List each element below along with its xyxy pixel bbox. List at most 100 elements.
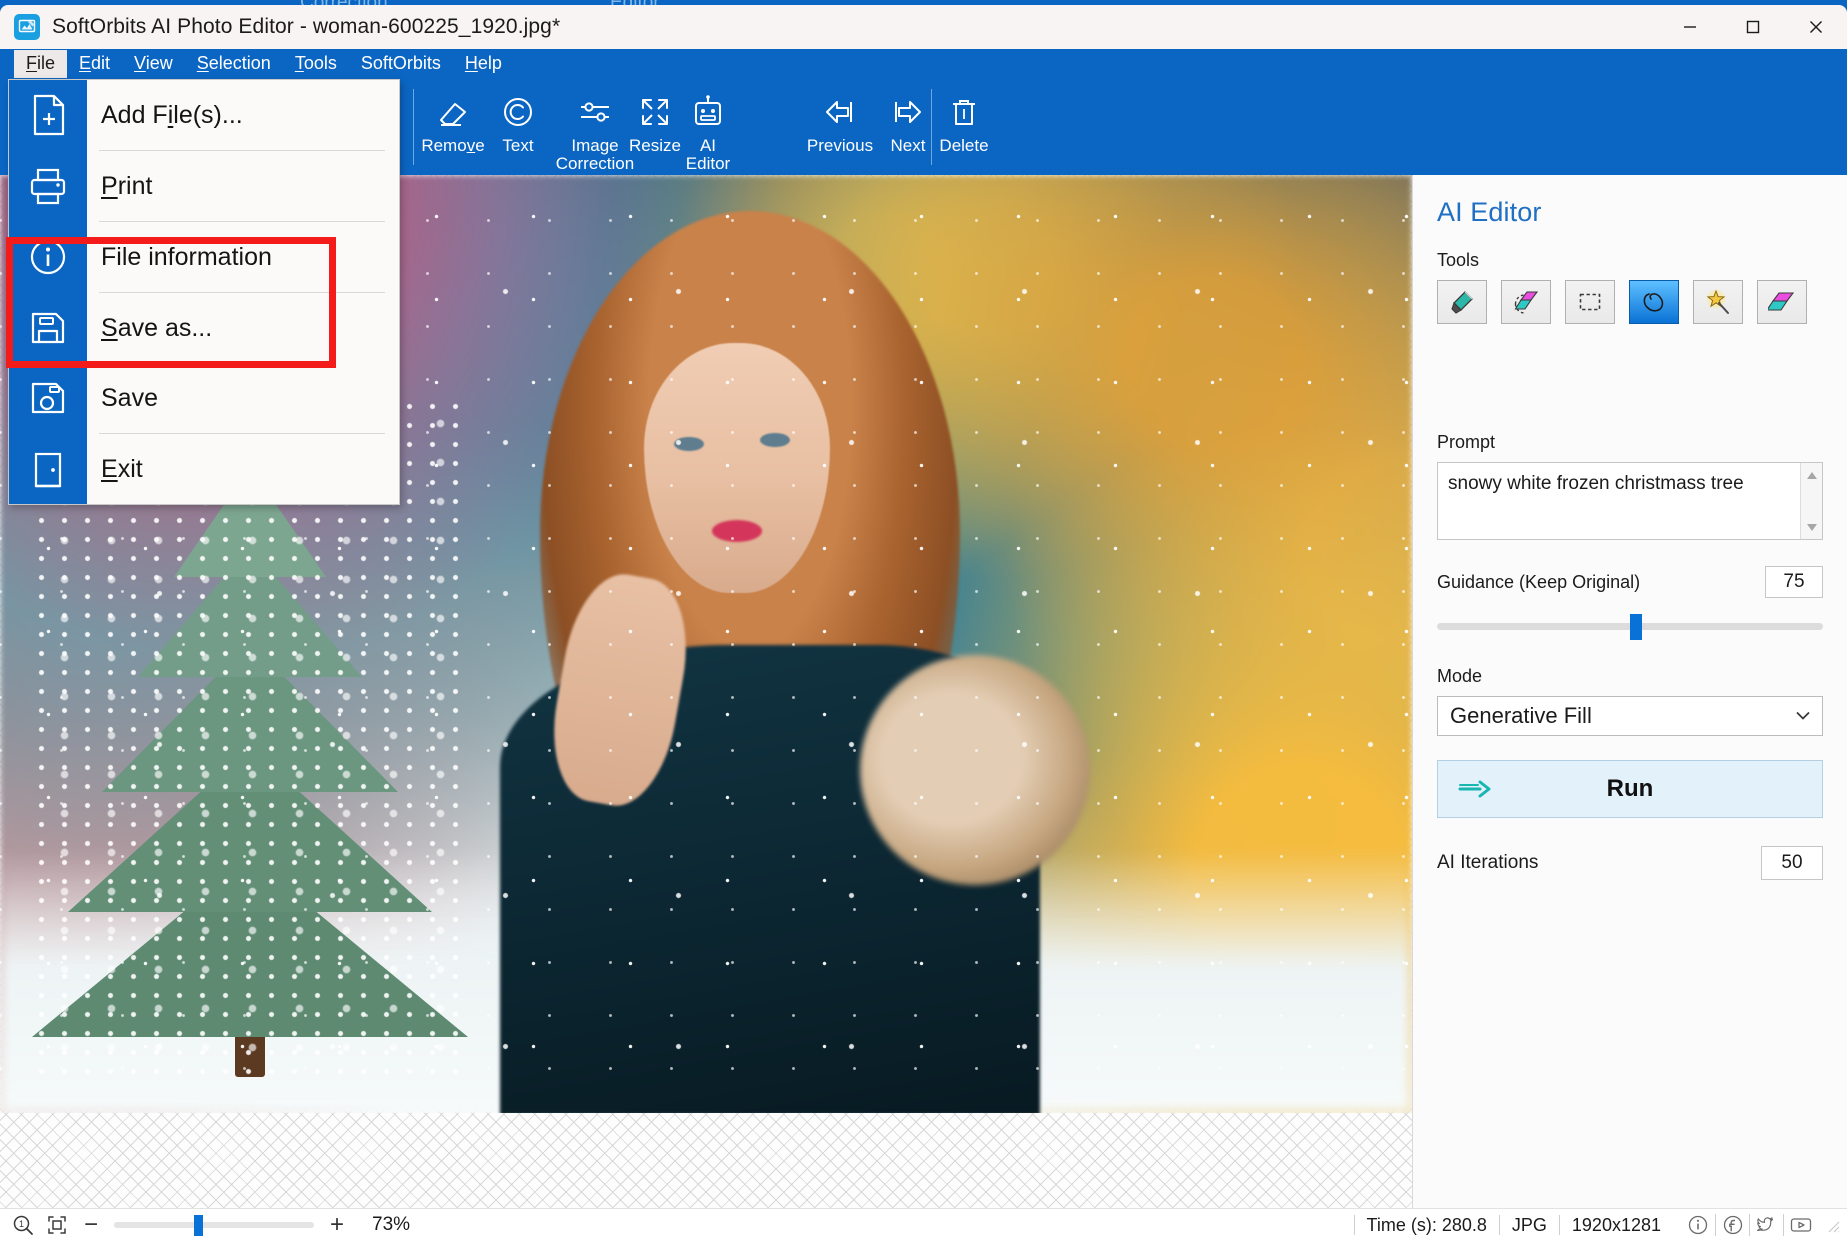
ai-editor-panel: AI Editor Tools Prompt snowy white froze… (1412, 175, 1847, 1218)
scroll-down-icon[interactable] (1801, 519, 1822, 535)
twitter-icon[interactable] (1749, 1213, 1783, 1236)
svg-text:1: 1 (19, 1219, 24, 1229)
window-resize-grip[interactable] (1823, 1216, 1841, 1234)
floppy-save-icon (9, 375, 87, 421)
menu-view-rest: iew (145, 53, 173, 73)
menu-item-exit-label: Exit (101, 454, 143, 483)
menu-view[interactable]: View (122, 50, 185, 78)
zoom-slider[interactable] (114, 1212, 314, 1238)
toolbar-button-delete[interactable]: Delete (916, 85, 1012, 173)
floppy-save-as-icon (9, 305, 87, 351)
toolbar-label-ai-editor: AI Editor (685, 136, 731, 173)
right-arrow-icon (1458, 778, 1492, 800)
status-social-links (1681, 1213, 1817, 1236)
guidance-value-field[interactable]: 75 (1765, 566, 1823, 598)
application-window: Correction Editor SoftOrbits AI Photo Ed… (0, 0, 1847, 1240)
toolbar-label-text: Text (502, 136, 534, 155)
status-format: JPG (1498, 1214, 1559, 1235)
copyright-icon (498, 89, 538, 135)
app-icon (14, 14, 40, 40)
guidance-slider-thumb[interactable] (1630, 614, 1642, 640)
mode-select[interactable]: Generative Fill (1437, 696, 1823, 736)
file-menu-items: Add File(s)... Print File information Sa… (9, 80, 399, 504)
menu-item-print[interactable]: Print (9, 151, 399, 221)
run-button[interactable]: Run (1437, 760, 1823, 818)
magic-wand-tool-button[interactable] (1693, 280, 1743, 324)
trash-icon (944, 89, 984, 135)
prompt-section: Prompt (1437, 432, 1823, 540)
zoom-1-to-1-icon[interactable]: 1 (6, 1214, 40, 1236)
zoom-out-button[interactable]: − (74, 1212, 108, 1237)
zoom-in-button[interactable]: + (320, 1212, 354, 1237)
guidance-slider[interactable] (1437, 614, 1823, 640)
youtube-icon[interactable] (1783, 1213, 1817, 1236)
close-button[interactable] (1784, 5, 1847, 49)
woman-eye-right (760, 433, 790, 447)
fill-tool-button[interactable] (1757, 280, 1807, 324)
menu-tools[interactable]: Tools (283, 50, 349, 78)
status-time: Time (s): 280.8 (1353, 1214, 1499, 1235)
scroll-up-icon[interactable] (1801, 467, 1822, 483)
menu-item-print-label: Print (101, 171, 153, 200)
prompt-label: Prompt (1437, 432, 1496, 452)
prompt-box[interactable] (1437, 462, 1823, 540)
menu-item-save-label: Save (101, 383, 158, 412)
menu-edit[interactable]: Edit (67, 50, 122, 78)
woman-eye-left (674, 437, 704, 451)
window-controls (1658, 5, 1847, 49)
menu-item-add-files-label: Add File(s)... (101, 100, 243, 129)
tools-label: Tools (1437, 250, 1480, 270)
menu-bar: File Edit View Selection Tools SoftOrbit… (0, 49, 1847, 79)
menu-help[interactable]: Help (453, 50, 514, 78)
file-menu-dropdown[interactable]: Add File(s)... Print File information Sa… (8, 79, 400, 505)
menu-help-rest: elp (477, 53, 502, 73)
menu-edit-rest: dit (91, 53, 111, 73)
rectangle-select-tool-button[interactable] (1565, 280, 1615, 324)
prompt-scrollbar[interactable] (1800, 463, 1822, 539)
status-dimensions: 1920x1281 (1558, 1214, 1673, 1235)
run-button-label: Run (1606, 775, 1654, 802)
prompt-input[interactable] (1438, 463, 1800, 539)
window-title: SoftOrbits AI Photo Editor - woman-60022… (52, 15, 561, 38)
brush-tool-button[interactable] (1437, 280, 1487, 324)
menu-item-add-files[interactable]: Add File(s)... (9, 80, 399, 150)
panel-title: AI Editor (1437, 197, 1542, 227)
title-bar: SoftOrbits AI Photo Editor - woman-60022… (0, 5, 1847, 49)
zoom-slider-thumb[interactable] (194, 1214, 203, 1236)
file-add-icon (9, 91, 87, 139)
menu-item-save-as-label: Save as... (101, 313, 213, 342)
menu-item-file-information-label: File information (101, 242, 272, 271)
zoom-slider-track[interactable] (114, 1221, 314, 1228)
guidance-label: Guidance (Keep Original) (1437, 571, 1641, 592)
maximize-button[interactable] (1721, 5, 1784, 49)
woman-lips (712, 520, 762, 542)
minimize-button[interactable] (1658, 5, 1721, 49)
lasso-select-tool-button[interactable] (1629, 280, 1679, 324)
toolbar-button-ai-editor[interactable]: AI Editor (660, 85, 756, 173)
status-bar-right: Time (s): 280.8 JPG 1920x1281 (1353, 1209, 1841, 1240)
exit-door-icon (9, 446, 87, 492)
zoom-percent-label: 73% (372, 1213, 411, 1235)
menu-item-file-information[interactable]: File information (9, 222, 399, 292)
eraser-selection-tool-button[interactable] (1501, 280, 1551, 324)
menu-item-save-as[interactable]: Save as... (9, 293, 399, 363)
iterations-value-field[interactable]: 50 (1761, 846, 1823, 880)
menu-selection[interactable]: Selection (185, 50, 283, 78)
mode-label: Mode (1437, 666, 1483, 686)
menu-item-exit[interactable]: Exit (9, 434, 399, 504)
iterations-row: AI Iterations 50 (1437, 846, 1823, 880)
menu-item-save[interactable]: Save (9, 363, 399, 433)
info-circle-icon (9, 234, 87, 280)
eraser-icon (433, 89, 473, 135)
facebook-icon[interactable] (1715, 1213, 1749, 1236)
menu-softorbits[interactable]: SoftOrbits (349, 50, 453, 78)
menu-selection-rest: election (208, 53, 271, 73)
mode-selected-value: Generative Fill (1450, 703, 1592, 728)
menu-tools-rest: ools (303, 53, 337, 73)
status-bar: 1 − + 73% Time (s): 280.8 JPG 1920x1281 (0, 1208, 1847, 1240)
arrow-left-icon (819, 89, 861, 135)
fit-to-window-icon[interactable] (40, 1214, 74, 1236)
info-icon[interactable] (1681, 1214, 1715, 1236)
chevron-down-icon[interactable] (1796, 707, 1810, 725)
menu-file[interactable]: File (14, 50, 68, 78)
